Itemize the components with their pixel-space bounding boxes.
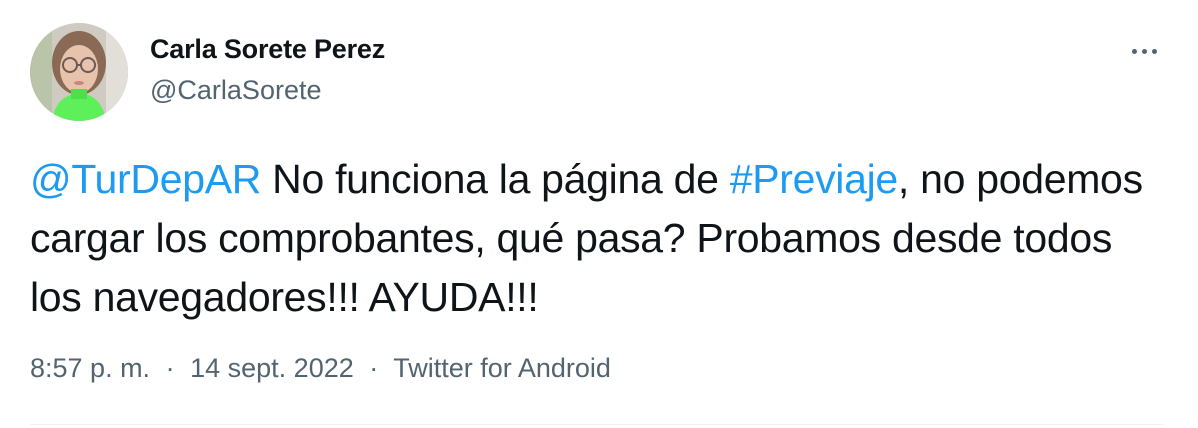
tweet-card: Carla Sorete Perez @CarlaSorete @TurDepA…	[0, 0, 1198, 428]
tweet-source[interactable]: Twitter for Android	[393, 353, 611, 383]
more-horizontal-icon	[1129, 48, 1159, 54]
tweet-text-part-1: No funciona la página de	[261, 156, 730, 202]
divider	[30, 424, 1164, 425]
tweet-date[interactable]: 14 sept. 2022	[190, 353, 354, 383]
tweet-time[interactable]: 8:57 p. m.	[30, 353, 150, 383]
avatar[interactable]	[30, 23, 128, 121]
tweet-text: @TurDepAR No funciona la página de #Prev…	[30, 150, 1150, 327]
meta-separator: ·	[165, 353, 175, 383]
hashtag-link[interactable]: #Previaje	[730, 156, 899, 202]
more-options-button[interactable]	[1122, 36, 1166, 66]
author-name[interactable]: Carla Sorete Perez	[150, 34, 385, 65]
mention-link[interactable]: @TurDepAR	[30, 156, 261, 202]
avatar-photo	[30, 23, 128, 121]
author-handle[interactable]: @CarlaSorete	[150, 75, 321, 106]
meta-separator-2: ·	[369, 353, 379, 383]
tweet-metadata: 8:57 p. m. · 14 sept. 2022 · Twitter for…	[30, 353, 611, 384]
